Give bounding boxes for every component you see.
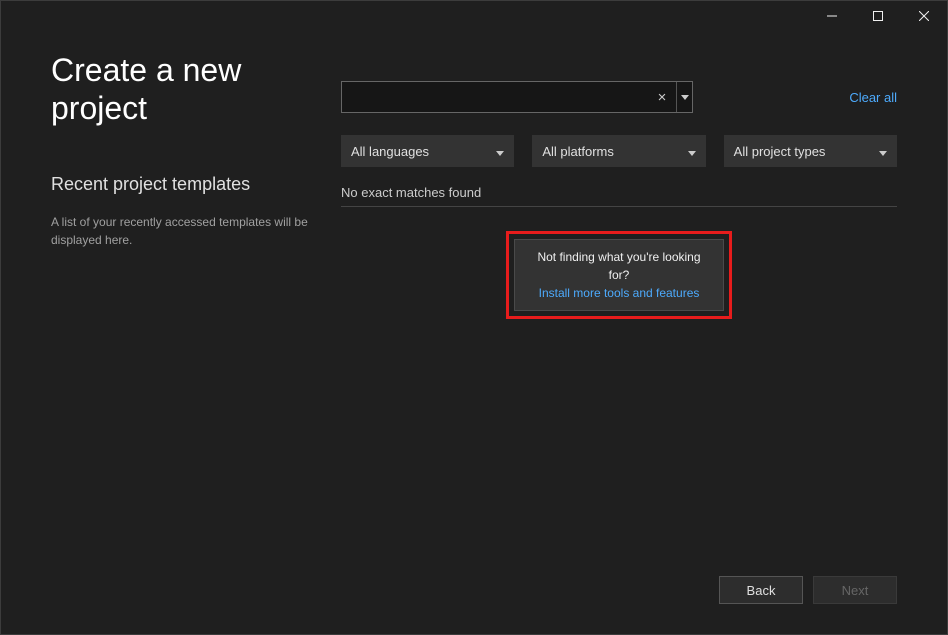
chevron-down-icon	[879, 144, 887, 159]
next-button: Next	[813, 576, 897, 604]
search-box: ×	[341, 81, 693, 113]
project-type-filter-label: All project types	[734, 144, 826, 159]
titlebar	[1, 1, 947, 31]
platform-filter-dropdown[interactable]: All platforms	[532, 135, 705, 167]
maximize-button[interactable]	[855, 1, 901, 31]
clear-search-icon[interactable]: ×	[648, 82, 676, 112]
back-button[interactable]: Back	[719, 576, 803, 604]
chevron-down-icon	[496, 144, 504, 159]
not-finding-text: Not finding what you're looking for?	[527, 248, 711, 284]
project-type-filter-dropdown[interactable]: All project types	[724, 135, 897, 167]
language-filter-dropdown[interactable]: All languages	[341, 135, 514, 167]
search-input[interactable]	[342, 82, 648, 112]
results-divider	[341, 206, 897, 207]
recent-templates-description: A list of your recently accessed templat…	[51, 213, 321, 249]
platform-filter-label: All platforms	[542, 144, 614, 159]
chevron-down-icon	[688, 144, 696, 159]
install-more-link[interactable]: Install more tools and features	[527, 284, 711, 302]
language-filter-label: All languages	[351, 144, 429, 159]
minimize-button[interactable]	[809, 1, 855, 31]
page-title: Create a new project	[51, 51, 321, 128]
highlight-annotation: Not finding what you're looking for? Ins…	[506, 231, 732, 319]
recent-templates-heading: Recent project templates	[51, 174, 321, 195]
search-dropdown-toggle[interactable]	[676, 82, 692, 112]
install-more-box: Not finding what you're looking for? Ins…	[514, 239, 724, 311]
results-status: No exact matches found	[341, 185, 897, 200]
close-button[interactable]	[901, 1, 947, 31]
clear-all-link[interactable]: Clear all	[849, 90, 897, 105]
